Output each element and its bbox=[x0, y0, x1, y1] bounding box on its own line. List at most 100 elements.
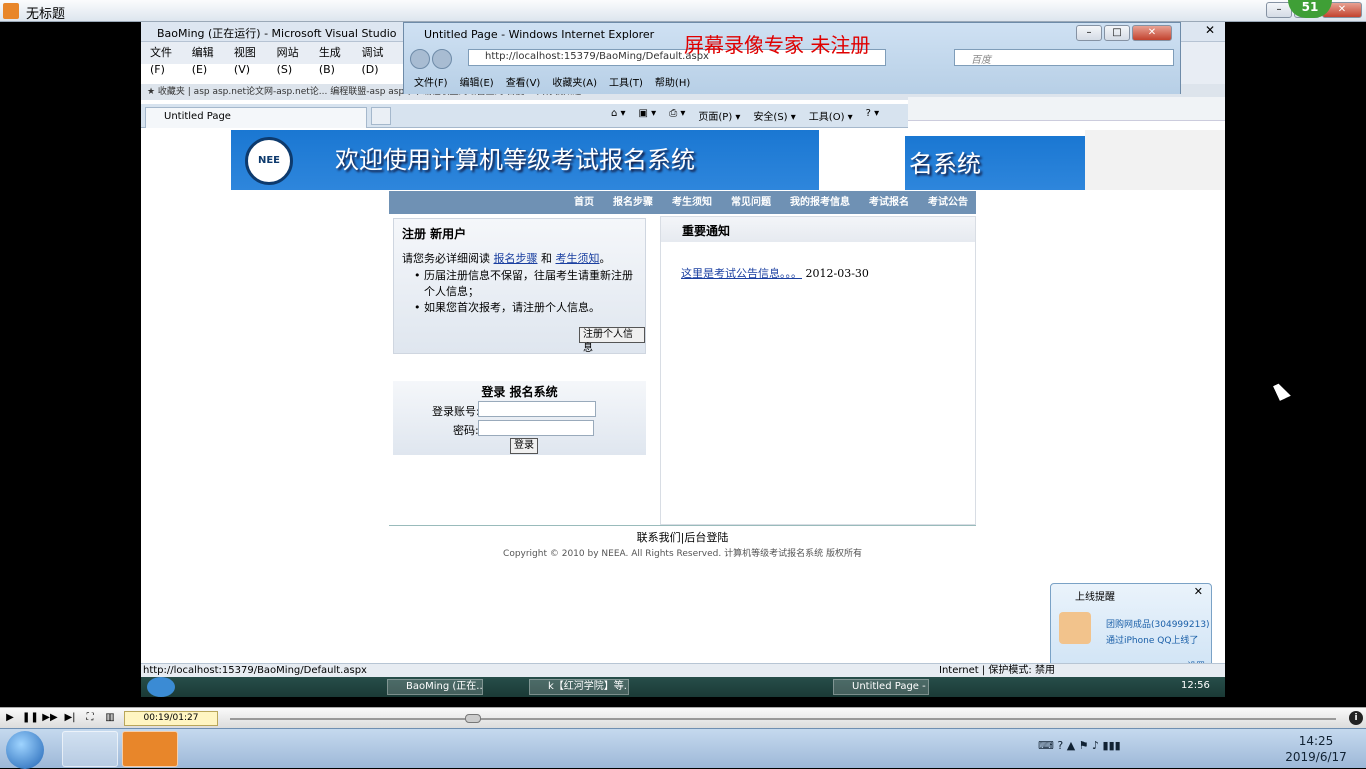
vs-menu-edit[interactable]: 编辑(E) bbox=[192, 44, 223, 76]
list-item: 如果您首次报考，请注册个人信息。 bbox=[414, 300, 637, 316]
ie-menu-favorites[interactable]: 收藏夹(A) bbox=[552, 74, 597, 90]
player-controls: ▶ ❚❚ ▶▶ ▶| ⛶ ▥ 00:19/01:27 i bbox=[0, 707, 1366, 728]
register-intro-text: 请您务必详细阅读 bbox=[402, 252, 494, 265]
safety-menu[interactable]: 安全(S) ▾ bbox=[753, 108, 795, 123]
notice-panel: 重要通知 这里是考试公告信息。。。 2012-03-30 bbox=[660, 216, 976, 525]
forward-icon[interactable] bbox=[432, 49, 452, 69]
status-url: http://localhost:15379/BaoMing/Default.a… bbox=[143, 665, 367, 676]
system-clock[interactable]: 14:25 2019/6/17 bbox=[1282, 733, 1350, 765]
page-menu[interactable]: 页面(P) ▾ bbox=[698, 108, 740, 123]
ie-menu-tools[interactable]: 工具(T) bbox=[609, 74, 643, 90]
qq-title: 上线提醒 bbox=[1075, 592, 1115, 603]
nav-steps[interactable]: 报名步骤 bbox=[613, 191, 653, 214]
ie-title: Untitled Page - Windows Internet Explore… bbox=[424, 28, 655, 41]
ie-close-button[interactable]: ✕ bbox=[1132, 25, 1172, 41]
status-zone: Internet | 保护模式: 禁用 bbox=[939, 665, 1055, 676]
windows-start-icon[interactable] bbox=[6, 731, 44, 769]
notice-link-item[interactable]: 这里是考试公告信息。。。 bbox=[681, 267, 802, 280]
ie-menu-edit[interactable]: 编辑(E) bbox=[460, 74, 494, 90]
steps-link[interactable]: 报名步骤 bbox=[494, 252, 538, 265]
vs-menu-view[interactable]: 视图(V) bbox=[234, 44, 266, 76]
clock-time: 14:25 bbox=[1298, 734, 1334, 748]
tools-menu[interactable]: 工具(O) ▾ bbox=[809, 108, 853, 123]
recorder-title: 无标题 bbox=[26, 7, 66, 22]
register-and: 和 bbox=[537, 252, 556, 265]
play-icon[interactable]: ▶ bbox=[2, 711, 18, 725]
start-orb-icon[interactable] bbox=[147, 677, 175, 697]
recorded-taskbar: BaoMing (正在... k【红河学院】等... Untitled Page… bbox=[141, 677, 1225, 697]
ie-menu-view[interactable]: 查看(V) bbox=[506, 74, 541, 90]
site-nav: 首页 报名步骤 考生须知 常见问题 我的报考信息 考试报名 考试公告 bbox=[389, 191, 976, 214]
print-icon[interactable]: ⎙ ▾ bbox=[669, 108, 685, 123]
taskbar-item-vs[interactable]: BaoMing (正在... bbox=[387, 679, 483, 695]
login-title: 登录 报名系统 bbox=[481, 385, 558, 399]
register-end: 。 bbox=[599, 252, 611, 265]
seek-thumb[interactable] bbox=[465, 714, 482, 723]
new-tab-button[interactable] bbox=[371, 107, 391, 125]
recorder-taskbar-icon[interactable] bbox=[122, 731, 178, 767]
windows-taskbar: ⌨ ? ▲ ⚑ ♪ ▮▮▮ 14:25 2019/6/17 bbox=[0, 728, 1366, 769]
ie-status-bar: http://localhost:15379/BaoMing/Default.a… bbox=[141, 663, 1225, 677]
nav-register-exam[interactable]: 考试报名 bbox=[869, 191, 909, 214]
banner-overflow: 名系统 bbox=[819, 136, 1085, 190]
ie-maximize-button[interactable]: □ bbox=[1104, 25, 1130, 41]
register-panel: 注册 新用户 请您务必详细阅读 报名步骤 和 考生须知。 历届注册信息不保留，往… bbox=[393, 218, 646, 354]
notice-title: 重要通知 bbox=[661, 217, 975, 242]
ie-menu-help[interactable]: 帮助(H) bbox=[655, 74, 690, 90]
vs-menu-file[interactable]: 文件(F) bbox=[150, 44, 181, 76]
footer-links[interactable]: 联系我们|后台登陆 bbox=[389, 529, 976, 545]
step-icon[interactable]: ▶| bbox=[62, 711, 78, 725]
search-input[interactable]: 百度 bbox=[954, 49, 1174, 66]
qq-contact[interactable]: 团购网成品(304999213) bbox=[1106, 617, 1210, 630]
background-window-strip bbox=[908, 97, 1225, 121]
site-banner: NEE 欢迎使用计算机等级考试报名系统 bbox=[231, 130, 819, 190]
vs-menu-build[interactable]: 生成(B) bbox=[319, 44, 351, 76]
taskbar-item-browser[interactable]: k【红河学院】等... bbox=[529, 679, 629, 695]
back-icon[interactable] bbox=[410, 49, 430, 69]
recorder-app-icon bbox=[3, 3, 19, 19]
recorded-screen: BaoMing (正在运行) - Microsoft Visual Studio… bbox=[141, 22, 1225, 697]
vs-menu-debug[interactable]: 调试(D) bbox=[362, 44, 394, 76]
vs-close-icon[interactable]: ✕ bbox=[1205, 23, 1215, 37]
system-tray[interactable]: ⌨ ? ▲ ⚑ ♪ ▮▮▮ bbox=[1038, 739, 1278, 759]
register-button[interactable]: 注册个人信息 bbox=[579, 327, 645, 354]
account-input[interactable] bbox=[478, 401, 596, 417]
nav-announcements[interactable]: 考试公告 bbox=[928, 191, 968, 214]
seek-track[interactable] bbox=[230, 718, 1336, 720]
background-window-stub bbox=[1085, 130, 1225, 190]
nav-notice[interactable]: 考生须知 bbox=[672, 191, 712, 214]
qq-close-icon[interactable]: ✕ bbox=[1194, 585, 1203, 598]
nav-home[interactable]: 首页 bbox=[574, 191, 594, 214]
help-icon[interactable]: ? ▾ bbox=[866, 108, 880, 123]
neea-logo: NEE bbox=[245, 137, 293, 185]
notice-link[interactable]: 考生须知 bbox=[556, 252, 600, 265]
window-icon[interactable]: ▥ bbox=[102, 711, 118, 725]
register-bullets: 历届注册信息不保留，往届考生请重新注册个人信息； 如果您首次报考，请注册个人信息… bbox=[394, 266, 645, 316]
ie-menu-bar: 文件(F) 编辑(E) 查看(V) 收藏夹(A) 工具(T) 帮助(H) bbox=[404, 71, 1180, 93]
vs-title: BaoMing (正在运行) - Microsoft Visual Studio bbox=[157, 27, 397, 40]
ie-window-frame: Untitled Page - Windows Internet Explore… bbox=[403, 22, 1181, 94]
avatar bbox=[1059, 612, 1091, 644]
recorder-watermark: 屏幕录像专家 未注册 bbox=[684, 33, 871, 57]
ie-menu-file[interactable]: 文件(F) bbox=[414, 74, 448, 90]
fast-forward-icon[interactable]: ▶▶ bbox=[42, 711, 58, 725]
taskbar-item-ie[interactable]: Untitled Page - ... bbox=[833, 679, 929, 695]
info-icon[interactable]: i bbox=[1349, 711, 1363, 725]
qq-message[interactable]: 通过iPhone QQ上线了 bbox=[1106, 633, 1198, 646]
tab-untitled-page[interactable]: Untitled Page bbox=[145, 107, 367, 128]
password-input[interactable] bbox=[478, 420, 594, 436]
nav-my-info[interactable]: 我的报考信息 bbox=[790, 191, 850, 214]
pause-icon[interactable]: ❚❚ bbox=[22, 711, 39, 725]
home-icon[interactable]: ⌂ ▾ bbox=[611, 108, 626, 123]
login-panel: 登录 报名系统 登录账号: 密码: 登录 bbox=[393, 381, 646, 455]
ie-minimize-button[interactable]: – bbox=[1076, 25, 1102, 41]
explorer-icon[interactable] bbox=[62, 731, 118, 767]
feeds-icon[interactable]: ▣ ▾ bbox=[639, 108, 657, 123]
fullscreen-icon[interactable]: ⛶ bbox=[82, 711, 98, 725]
nav-faq[interactable]: 常见问题 bbox=[731, 191, 771, 214]
qq-notification[interactable]: 上线提醒 ✕ 团购网成品(304999213) 通过iPhone QQ上线了 设… bbox=[1050, 583, 1212, 675]
notice-date: 2012-03-30 bbox=[805, 267, 869, 280]
login-button[interactable]: 登录 bbox=[510, 438, 538, 454]
password-label: 密码: bbox=[453, 424, 479, 437]
vs-menu-website[interactable]: 网站(S) bbox=[277, 44, 308, 76]
